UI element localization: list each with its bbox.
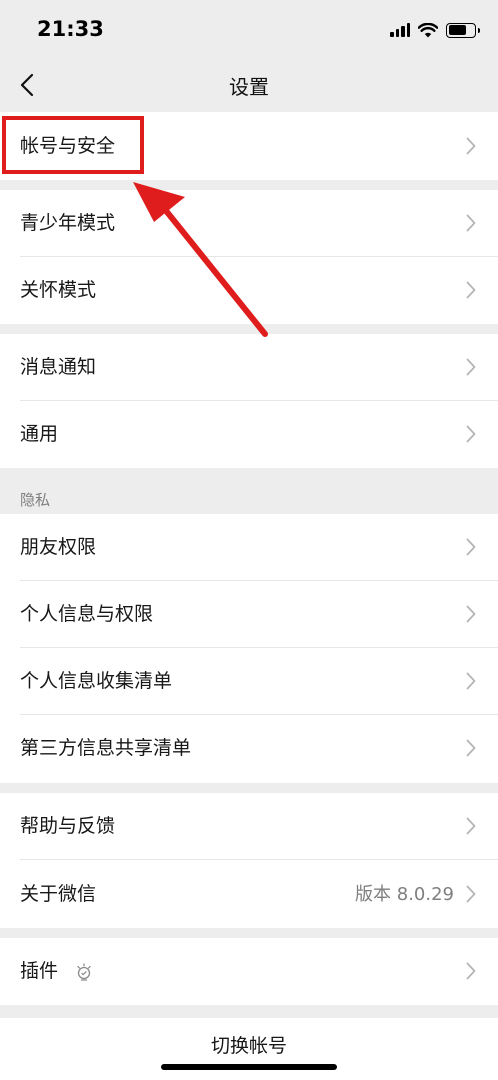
settings-item-help-feedback[interactable]: 帮助与反馈 [0,793,498,860]
settings-item-label: 关怀模式 [20,279,97,301]
navigation-bar: 设置 [0,58,498,112]
chevron-right-icon [466,358,476,376]
chevron-right-icon [466,281,476,299]
settings-item-label: 个人信息收集清单 [20,670,173,692]
status-bar: 21:33 [0,0,498,58]
chevron-right-icon [466,214,476,232]
status-icons [390,20,480,40]
plugin-bulb-icon [77,963,91,981]
cellular-signal-icon [390,23,410,37]
version-value: 版本 8.0.29 [355,884,454,905]
settings-item-personal-info-permissions[interactable]: 个人信息与权限 [0,581,498,648]
settings-item-label: 通用 [20,423,59,445]
chevron-right-icon [466,672,476,690]
settings-item-notifications[interactable]: 消息通知 [0,334,498,401]
settings-item-label: 帮助与反馈 [20,815,116,837]
settings-item-about-wechat[interactable]: 关于微信 版本 8.0.29 [0,860,498,928]
status-time: 21:33 [37,17,104,41]
battery-icon [446,22,480,38]
home-indicator [161,1064,337,1070]
settings-item-friend-permissions[interactable]: 朋友权限 [0,514,498,581]
chevron-right-icon [466,605,476,623]
settings-item-label: 青少年模式 [20,212,116,234]
settings-item-label: 个人信息与权限 [20,603,154,625]
settings-item-plugins[interactable]: 插件 [0,938,498,1005]
settings-item-teen-mode[interactable]: 青少年模式 [0,190,498,257]
chevron-right-icon [466,137,476,155]
settings-item-label: 第三方信息共享清单 [20,737,192,759]
page-title: 设置 [229,75,269,99]
settings-item-label: 消息通知 [20,356,97,378]
settings-item-info-collection-list[interactable]: 个人信息收集清单 [0,648,498,715]
section-header-privacy: 隐私 [20,491,51,509]
settings-item-third-party-sharing-list[interactable]: 第三方信息共享清单 [0,715,498,783]
chevron-right-icon [466,885,476,903]
switch-account-label: 切换帐号 [210,1035,287,1057]
chevron-right-icon [466,739,476,757]
chevron-right-icon [466,538,476,556]
settings-item-care-mode[interactable]: 关怀模式 [0,257,498,324]
chevron-right-icon [466,425,476,443]
settings-item-label: 朋友权限 [20,536,97,558]
settings-item-label: 关于微信 [20,883,97,905]
settings-item-general[interactable]: 通用 [0,401,498,468]
wifi-icon [418,22,438,37]
chevron-right-icon [466,817,476,835]
switch-account-button[interactable]: 切换帐号 [0,1018,498,1080]
chevron-right-icon [466,962,476,980]
settings-item-label: 插件 [20,960,59,982]
settings-item-label: 帐号与安全 [20,135,116,157]
settings-item-account-security[interactable]: 帐号与安全 [0,112,498,180]
